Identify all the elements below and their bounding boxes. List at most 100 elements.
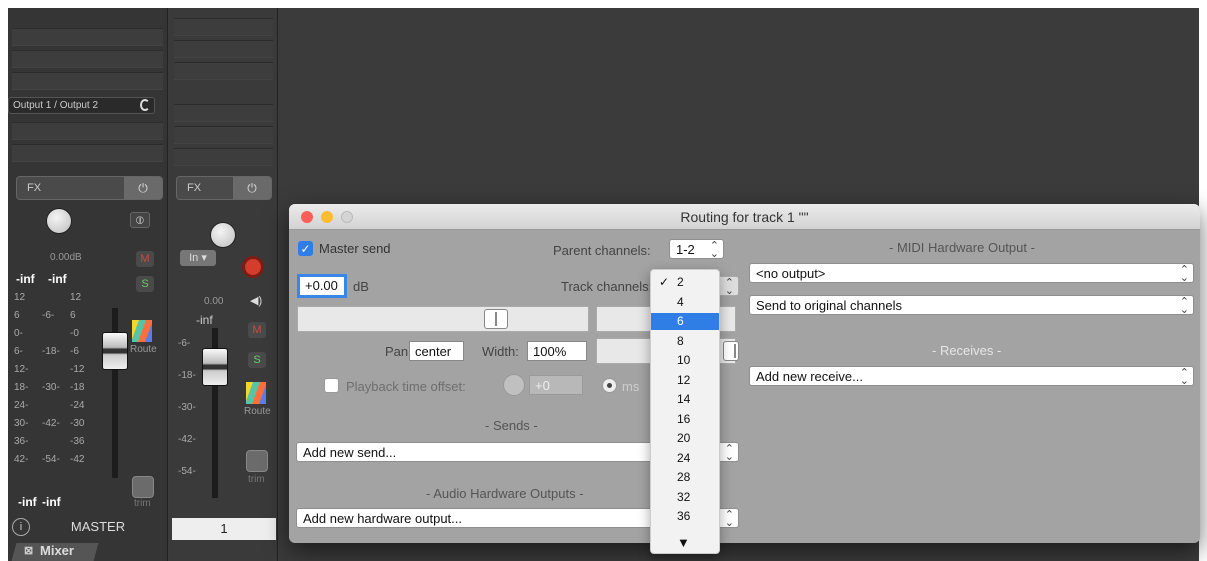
- fx-label: FX: [27, 182, 42, 194]
- channel-option-label: 8: [677, 333, 684, 348]
- channel-option-8[interactable]: 8: [651, 333, 719, 350]
- channel-option-label: 4: [677, 294, 684, 309]
- channel-option-10[interactable]: 10: [651, 352, 719, 369]
- track-trim-label: trim: [248, 474, 265, 485]
- route-icon[interactable]: [246, 382, 266, 404]
- pan-input[interactable]: center: [409, 341, 464, 361]
- fx-slot[interactable]: [12, 50, 163, 68]
- meter-scale-tick: -6-: [178, 338, 191, 349]
- updown-icon: ⌃ ⌄: [724, 277, 734, 297]
- fx-slot[interactable]: [12, 122, 163, 140]
- playback-offset-input[interactable]: +0: [529, 375, 583, 395]
- channel-option-4[interactable]: 4: [651, 294, 719, 311]
- master-fader[interactable]: [102, 332, 128, 370]
- route-icon[interactable]: [132, 320, 152, 342]
- master-mute-button[interactable]: M: [136, 251, 154, 267]
- channel-option-16[interactable]: 16: [651, 411, 719, 428]
- master-send-checkbox[interactable]: ✓: [298, 241, 313, 256]
- channel-option-label: 12: [677, 372, 691, 387]
- width-slider-thumb[interactable]: [723, 341, 739, 361]
- master-name: MASTER: [70, 519, 126, 534]
- channel-option-label: 2: [677, 275, 684, 289]
- input-label: In: [189, 252, 199, 264]
- channel-option-14[interactable]: 14: [651, 391, 719, 408]
- playback-offset-checkbox[interactable]: [324, 378, 339, 393]
- meter-scale-tick: 30-: [14, 418, 29, 429]
- track-volume-readout: 0.00: [204, 296, 224, 307]
- meter-scale-tick: -18: [70, 382, 85, 393]
- master-route-label[interactable]: Route: [130, 344, 157, 355]
- master-volume-knob[interactable]: [46, 208, 72, 234]
- ms-radio[interactable]: [602, 378, 617, 393]
- power-icon[interactable]: ⏻: [233, 177, 271, 199]
- power-icon[interactable]: ⏻: [124, 177, 162, 199]
- meter-scale-tick: 42-: [14, 454, 29, 465]
- stereo-icon[interactable]: ⦶: [130, 212, 150, 228]
- track-volume-knob[interactable]: [210, 222, 236, 248]
- updown-icon: ⌃ ⌄: [1179, 367, 1189, 387]
- fx-slot[interactable]: [174, 104, 273, 122]
- info-icon[interactable]: i: [12, 518, 30, 536]
- fx-slot[interactable]: [12, 72, 163, 90]
- speaker-icon[interactable]: ◀): [250, 294, 262, 307]
- meter-scale-tick: -18-: [42, 346, 60, 357]
- screen: FX ⏻ ⦶ 0.00dB M S -inf -inf 12 6 0- 6- 12- 18…: [0, 0, 1207, 561]
- meter-scale-tick: 24-: [14, 400, 29, 411]
- volume-slider-thumb[interactable]: [484, 309, 508, 329]
- track-fader[interactable]: [202, 348, 228, 386]
- menu-scroll-down-icon[interactable]: ▼: [677, 535, 690, 550]
- output-label: Output 1 / Output 2: [13, 100, 99, 111]
- trim-icon[interactable]: [132, 476, 154, 498]
- meter-scale-tick: 12: [14, 292, 26, 303]
- input-button[interactable]: In ▾: [180, 250, 216, 266]
- offset-knob[interactable]: [503, 374, 525, 396]
- track-number[interactable]: 1: [172, 518, 276, 540]
- midi-output-select[interactable]: <no output> ⌃ ⌄: [749, 263, 1194, 284]
- channel-option-label: 10: [677, 353, 691, 367]
- track-channels-label: Track channels:: [561, 279, 653, 294]
- trim-icon[interactable]: [246, 450, 268, 472]
- track-solo-button[interactable]: S: [248, 352, 266, 368]
- master-fx-button[interactable]: FX ⏻: [16, 176, 163, 200]
- channel-option-2[interactable]: ✓ 2: [651, 274, 719, 291]
- meter-scale-tick: 12: [70, 292, 82, 303]
- master-solo-button[interactable]: S: [136, 276, 154, 292]
- volume-slider[interactable]: [297, 306, 589, 332]
- routing-dialog: Routing for track 1 "" ✓ Master send Par…: [289, 204, 1200, 543]
- fx-slot[interactable]: [174, 62, 273, 80]
- track-route-label[interactable]: Route: [244, 406, 271, 417]
- channel-option-20[interactable]: 20: [651, 430, 719, 447]
- track-fx-button[interactable]: FX ⏻: [176, 176, 272, 200]
- updown-icon: ⌃ ⌄: [709, 240, 719, 260]
- master-trim-label: trim: [134, 498, 151, 509]
- channel-option-36[interactable]: 36: [651, 508, 719, 525]
- meter-scale-tick: -36: [70, 436, 85, 447]
- dialog-titlebar[interactable]: Routing for track 1 "": [289, 204, 1200, 230]
- fx-slot[interactable]: [12, 28, 163, 46]
- meter-scale-tick: -30-: [42, 382, 60, 393]
- channel-option-label: 20: [677, 431, 691, 445]
- fx-slot[interactable]: [174, 18, 273, 36]
- channel-option-12[interactable]: 12: [651, 372, 719, 389]
- fx-slot[interactable]: [174, 126, 273, 144]
- add-receive-select[interactable]: Add new receive... ⌃ ⌄: [749, 366, 1194, 387]
- fx-slot[interactable]: [174, 148, 273, 166]
- record-arm-icon[interactable]: [242, 256, 264, 278]
- width-label: Width:: [482, 344, 519, 359]
- tab-close-icon[interactable]: ⊠: [24, 544, 33, 557]
- midi-hw-header: - MIDI Hardware Output -: [889, 240, 1035, 255]
- channel-option-6[interactable]: 6: [651, 313, 719, 330]
- midi-channels-select[interactable]: Send to original channels ⌃ ⌄: [749, 295, 1194, 316]
- fx-slot[interactable]: [12, 144, 163, 162]
- channel-option-28[interactable]: 28: [651, 469, 719, 486]
- channel-option-24[interactable]: 24: [651, 450, 719, 467]
- width-input[interactable]: 100%: [527, 341, 587, 361]
- parent-channels-select[interactable]: 1-2 ⌃ ⌄: [669, 239, 724, 260]
- master-output-selector[interactable]: Output 1 / Output 2: [8, 97, 155, 114]
- track-mute-button[interactable]: M: [248, 322, 266, 338]
- fx-slot[interactable]: [174, 40, 273, 58]
- channel-option-32[interactable]: 32: [651, 489, 719, 506]
- mixer-tab[interactable]: ! ⊠ Mixer: [0, 543, 100, 561]
- volume-input[interactable]: +0.00: [297, 274, 347, 298]
- track-peak: -inf: [196, 313, 213, 327]
